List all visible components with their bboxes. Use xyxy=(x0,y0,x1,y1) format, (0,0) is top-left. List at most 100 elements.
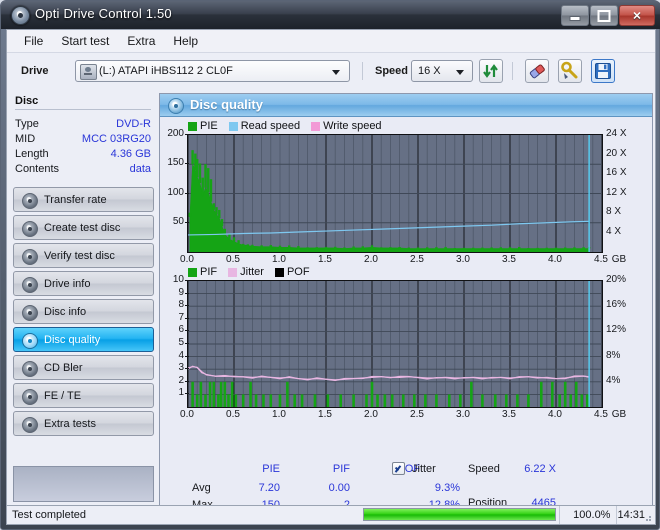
disc-type-label: Type xyxy=(15,118,39,130)
y-tick-mark xyxy=(185,343,189,344)
minimize-button[interactable] xyxy=(561,5,589,26)
y-tick-label: 200 xyxy=(167,128,184,139)
x-tick-label: 1.0 xyxy=(272,254,286,265)
menu-item-extra[interactable]: Extra xyxy=(118,32,164,50)
close-button[interactable]: ✕ xyxy=(619,5,655,26)
x-tick-label: 3.0 xyxy=(456,409,470,420)
disc-length-label: Length xyxy=(15,148,49,160)
sidebar-item-label: Drive info xyxy=(44,278,91,290)
speed-result-value: 6.22 X xyxy=(524,463,556,475)
drive-label: Drive xyxy=(21,65,49,77)
refresh-button[interactable] xyxy=(479,59,503,83)
speed-label: Speed xyxy=(375,65,409,77)
x-tick-label: 4.0 xyxy=(548,254,562,265)
menu-item-start-test[interactable]: Start test xyxy=(52,32,118,50)
disc-length-value: 4.36 GB xyxy=(110,148,151,160)
menu-item-help[interactable]: Help xyxy=(164,32,207,50)
legend-swatch xyxy=(188,121,197,131)
panel-header: Disc quality xyxy=(160,94,652,117)
y-tick-label: 50 xyxy=(172,215,184,227)
y-tick-label: 8 xyxy=(178,299,184,311)
menu-item-file[interactable]: File xyxy=(15,32,52,50)
chart-legend-top: PIE Read speed Write speed xyxy=(188,120,389,132)
tools-button[interactable] xyxy=(558,59,582,83)
stats-row-label-avg: Avg xyxy=(192,482,211,494)
sidebar-item-verify-test-disc[interactable]: Verify test disc xyxy=(13,243,154,268)
x-tick-label: 3.5 xyxy=(502,409,516,420)
y-tick-label: 1 xyxy=(178,387,184,399)
disc-icon xyxy=(22,389,38,405)
sidebar-item-label: Verify test disc xyxy=(44,250,115,262)
y-tick-label: 10 xyxy=(172,274,184,285)
disc-row-type: Type DVD-R xyxy=(15,118,151,132)
sidebar-item-label: CD Bler xyxy=(44,362,83,374)
sidebar-item-cd-bler[interactable]: CD Bler xyxy=(13,355,154,380)
disc-row-contents: Contents data xyxy=(15,163,151,177)
x-tick-label: 1.5 xyxy=(318,254,332,265)
stats-pif-avg: 0.00 xyxy=(328,482,350,494)
legend-item-jitter: Jitter xyxy=(228,266,264,278)
save-button[interactable] xyxy=(591,59,615,83)
sidebar-item-transfer-rate[interactable]: Transfer rate xyxy=(13,187,154,212)
y-tick-label: 5 xyxy=(178,337,184,348)
toolbar-divider-2 xyxy=(512,62,513,80)
wrench-icon xyxy=(561,61,578,79)
disc-row-mid: MID MCC 03RG20 xyxy=(15,133,151,147)
y-tick-mark xyxy=(185,280,189,281)
legend-label: PIE xyxy=(200,120,218,132)
y-tick-mark xyxy=(185,192,189,194)
y-tick-mark xyxy=(185,134,189,135)
erase-button[interactable] xyxy=(525,59,549,83)
x-tick-label: 2.0 xyxy=(364,409,378,420)
stats-pie-avg: 7.20 xyxy=(258,482,280,494)
y-tick-label: 2 xyxy=(178,374,184,386)
disc-mid-value: MCC 03RG20 xyxy=(81,133,151,145)
stats-header-pof: POF xyxy=(397,463,420,475)
legend-swatch xyxy=(188,267,197,277)
drive-select[interactable]: (L:) ATAPI iHBS112 2 CL0F xyxy=(75,60,350,82)
x-tick-label: 2.5 xyxy=(410,409,424,420)
sidebar-item-drive-info[interactable]: Drive info xyxy=(13,271,154,296)
y2-tick-label: 20% xyxy=(606,274,627,285)
maximize-button[interactable] xyxy=(590,5,618,26)
x-tick-label: 0.5 xyxy=(226,254,240,265)
x-tick-label: 1.5 xyxy=(318,409,332,420)
y-tick-mark xyxy=(185,380,189,382)
jitter-checkbox[interactable] xyxy=(392,462,405,475)
disc-icon xyxy=(22,361,38,377)
disc-section-header: Disc xyxy=(15,95,39,107)
x-tick-label: 3.5 xyxy=(502,254,516,265)
x-axis-unit-label: GB xyxy=(611,254,627,265)
speed-select[interactable]: 16 X xyxy=(411,60,473,82)
pif-chart-plot xyxy=(187,280,603,408)
legend-label: POF xyxy=(286,266,310,278)
disc-row-length: Length 4.36 GB xyxy=(15,148,151,162)
x-tick-label: 2.5 xyxy=(410,254,424,265)
drive-value: (L:) ATAPI iHBS112 2 CL0F xyxy=(99,65,233,77)
sidebar-item-extra-tests[interactable]: Extra tests xyxy=(13,411,154,436)
x-tick-label: 0.0 xyxy=(180,254,194,265)
sidebar-item-disc-info[interactable]: Disc info xyxy=(13,299,154,324)
sidebar-item-fe-te[interactable]: FE / TE xyxy=(13,383,154,408)
y2-tick-label: 12 X xyxy=(606,186,627,198)
progress-percent: 100.0% xyxy=(558,506,617,524)
title-bar: Opti Drive Control 1.50 ✕ xyxy=(1,1,660,29)
toolbar-divider-1 xyxy=(362,62,363,80)
resize-grip-icon[interactable] xyxy=(642,512,652,522)
sidebar-item-create-test-disc[interactable]: Create test disc xyxy=(13,215,154,240)
disc-icon xyxy=(22,249,38,265)
y2-tick-label: 20 X xyxy=(606,147,627,159)
y-tick-mark xyxy=(185,355,189,357)
page-title: Disc quality xyxy=(190,97,263,112)
y-tick-mark xyxy=(185,292,189,294)
y-tick-mark xyxy=(185,317,189,319)
drive-icon xyxy=(80,64,97,80)
legend-item-pof: POF xyxy=(274,266,310,278)
x-tick-label: 0.5 xyxy=(226,409,240,420)
floppy-disk-icon xyxy=(595,63,611,79)
y2-tick-label: 8% xyxy=(606,349,621,361)
disc-icon xyxy=(22,277,38,293)
sidebar-item-label: FE / TE xyxy=(44,390,82,402)
sidebar-item-disc-quality[interactable]: Disc quality xyxy=(13,327,154,352)
disc-quality-panel: Disc quality PIE Read speed Write speed 50… xyxy=(159,93,653,522)
